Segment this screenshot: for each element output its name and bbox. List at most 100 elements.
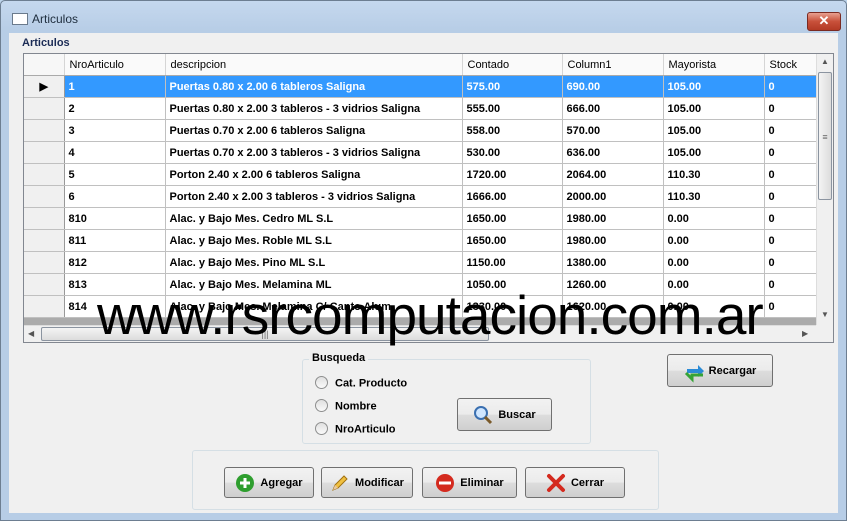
cell-mayorista[interactable]: 105.00 — [663, 75, 765, 98]
table-row[interactable]: 811 Alac. y Bajo Mes. Roble ML S.L 1650.00… — [24, 229, 825, 252]
close-button[interactable]: Cerrar — [525, 467, 625, 498]
row-header[interactable] — [24, 207, 65, 230]
scroll-down-arrow-icon[interactable]: ▼ — [821, 310, 829, 319]
cell-contado[interactable]: 1650.00 — [462, 229, 563, 252]
cell-mayorista[interactable]: 0.00 — [663, 207, 765, 230]
row-header[interactable] — [24, 163, 65, 186]
cell-nroarticulo[interactable]: 1 — [64, 75, 166, 98]
cell-mayorista[interactable]: 105.00 — [663, 141, 765, 164]
cell-descripcion[interactable]: Alac. y Bajo Mes. Pino ML S.L — [165, 251, 463, 274]
cell-stock[interactable]: 0 — [764, 163, 825, 186]
row-header[interactable] — [24, 229, 65, 252]
cell-contado[interactable]: 1150.00 — [462, 251, 563, 274]
scroll-up-arrow-icon[interactable]: ▲ — [821, 57, 829, 66]
cell-contado[interactable]: 575.00 — [462, 75, 563, 98]
row-header[interactable] — [24, 141, 65, 164]
scroll-left-arrow-icon[interactable]: ◀ — [28, 329, 34, 338]
cell-mayorista[interactable]: 105.00 — [663, 119, 765, 142]
table-row[interactable]: 4 Puertas 0.70 x 2.00 3 tableros - 3 vidr… — [24, 141, 825, 164]
cell-column1[interactable]: 2064.00 — [562, 163, 664, 186]
column-header-mayorista[interactable]: Mayorista — [663, 54, 765, 76]
cell-nroarticulo[interactable]: 810 — [64, 207, 166, 230]
row-header[interactable] — [24, 295, 65, 318]
cell-descripcion[interactable]: Puertas 0.70 x 2.00 3 tableros - 3 vidri… — [165, 141, 463, 164]
cell-contado[interactable]: 1666.00 — [462, 185, 563, 208]
cell-mayorista[interactable]: 110.30 — [663, 163, 765, 186]
cell-contado[interactable]: 530.00 — [462, 141, 563, 164]
add-button[interactable]: Agregar — [224, 467, 314, 498]
cell-nroarticulo[interactable]: 2 — [64, 97, 166, 120]
cell-column1[interactable]: 570.00 — [562, 119, 664, 142]
cell-descripcion[interactable]: Puertas 0.80 x 2.00 6 tableros Saligna — [165, 75, 463, 98]
table-row[interactable]: 810 Alac. y Bajo Mes. Cedro ML S.L 1650.00… — [24, 207, 825, 230]
cell-stock[interactable]: 0 — [764, 97, 825, 120]
table-row[interactable]: 5 Porton 2.40 x 2.00 6 tableros Saligna 17… — [24, 163, 825, 186]
cell-stock[interactable]: 0 — [764, 229, 825, 252]
title-bar[interactable]: Articulos ✕ — [1, 1, 846, 33]
cell-stock[interactable]: 0 — [764, 75, 825, 98]
cell-stock[interactable]: 0 — [764, 119, 825, 142]
delete-button[interactable]: Eliminar — [422, 467, 517, 498]
cell-stock[interactable]: 0 — [764, 251, 825, 274]
cell-descripcion[interactable]: Puertas 0.70 x 2.00 6 tableros Saligna — [165, 119, 463, 142]
cell-stock[interactable]: 0 — [764, 185, 825, 208]
cell-stock[interactable]: 0 — [764, 207, 825, 230]
row-header[interactable] — [24, 97, 65, 120]
cell-nroarticulo[interactable]: 5 — [64, 163, 166, 186]
column-header-descripcion[interactable]: descripcion — [165, 54, 463, 76]
table-row[interactable]: 812 Alac. y Bajo Mes. Pino ML S.L 1150.00 1… — [24, 251, 825, 274]
vertical-scrollbar[interactable]: ▲ ≡ ▼ — [816, 54, 833, 325]
cell-nroarticulo[interactable]: 811 — [64, 229, 166, 252]
column-header-stock[interactable]: Stock — [764, 54, 825, 76]
reload-button[interactable]: Recargar — [667, 354, 773, 387]
cell-nroarticulo[interactable]: 3 — [64, 119, 166, 142]
table-row[interactable]: 2 Puertas 0.80 x 2.00 3 tableros - 3 vidr… — [24, 97, 825, 120]
radio-cat-producto[interactable]: Cat. Producto — [315, 376, 407, 390]
column-header-nroarticulo[interactable]: NroArticulo — [64, 54, 166, 76]
cell-descripcion[interactable]: Porton 2.40 x 2.00 6 tableros Saligna — [165, 163, 463, 186]
vertical-scroll-thumb[interactable]: ≡ — [818, 72, 832, 200]
window-close-button[interactable]: ✕ — [807, 12, 841, 31]
radio-button[interactable] — [315, 376, 328, 389]
cell-stock[interactable]: 0 — [764, 295, 825, 318]
table-row[interactable]: 6 Porton 2.40 x 2.00 3 tableros - 3 vidri… — [24, 185, 825, 208]
radio-nroarticulo[interactable]: NroArticulo — [315, 422, 396, 436]
cell-column1[interactable]: 1980.00 — [562, 229, 664, 252]
cell-column1[interactable]: 666.00 — [562, 97, 664, 120]
cell-column1[interactable]: 636.00 — [562, 141, 664, 164]
column-header-contado[interactable]: Contado — [462, 54, 563, 76]
cell-contado[interactable]: 1650.00 — [462, 207, 563, 230]
radio-nombre[interactable]: Nombre — [315, 399, 377, 413]
row-header[interactable] — [24, 273, 65, 296]
cell-nroarticulo[interactable]: 4 — [64, 141, 166, 164]
row-header[interactable]: ▶ — [24, 75, 65, 98]
row-header[interactable] — [24, 251, 65, 274]
cell-nroarticulo[interactable]: 812 — [64, 251, 166, 274]
radio-button[interactable] — [315, 399, 328, 412]
cell-contado[interactable]: 1720.00 — [462, 163, 563, 186]
cell-mayorista[interactable]: 0.00 — [663, 229, 765, 252]
cell-contado[interactable]: 555.00 — [462, 97, 563, 120]
cell-column1[interactable]: 690.00 — [562, 75, 664, 98]
row-header[interactable] — [24, 119, 65, 142]
scroll-right-arrow-icon[interactable]: ▶ — [802, 329, 808, 338]
cell-column1[interactable]: 2000.00 — [562, 185, 664, 208]
radio-button[interactable] — [315, 422, 328, 435]
cell-mayorista[interactable]: 110.30 — [663, 185, 765, 208]
cell-stock[interactable]: 0 — [764, 273, 825, 296]
cell-stock[interactable]: 0 — [764, 141, 825, 164]
edit-button[interactable]: Modificar — [321, 467, 413, 498]
cell-descripcion[interactable]: Puertas 0.80 x 2.00 3 tableros - 3 vidri… — [165, 97, 463, 120]
cell-column1[interactable]: 1380.00 — [562, 251, 664, 274]
cell-descripcion[interactable]: Alac. y Bajo Mes. Roble ML S.L — [165, 229, 463, 252]
table-row[interactable]: ▶ 1 Puertas 0.80 x 2.00 6 tableros Saligna… — [24, 75, 825, 98]
row-header[interactable] — [24, 185, 65, 208]
cell-mayorista[interactable]: 0.00 — [663, 251, 765, 274]
cell-nroarticulo[interactable]: 6 — [64, 185, 166, 208]
cell-descripcion[interactable]: Alac. y Bajo Mes. Cedro ML S.L — [165, 207, 463, 230]
search-button[interactable]: Buscar — [457, 398, 552, 431]
cell-descripcion[interactable]: Porton 2.40 x 2.00 3 tableros - 3 vidrio… — [165, 185, 463, 208]
table-row[interactable]: 3 Puertas 0.70 x 2.00 6 tableros Saligna 5… — [24, 119, 825, 142]
cell-mayorista[interactable]: 105.00 — [663, 97, 765, 120]
column-header-column1[interactable]: Column1 — [562, 54, 664, 76]
